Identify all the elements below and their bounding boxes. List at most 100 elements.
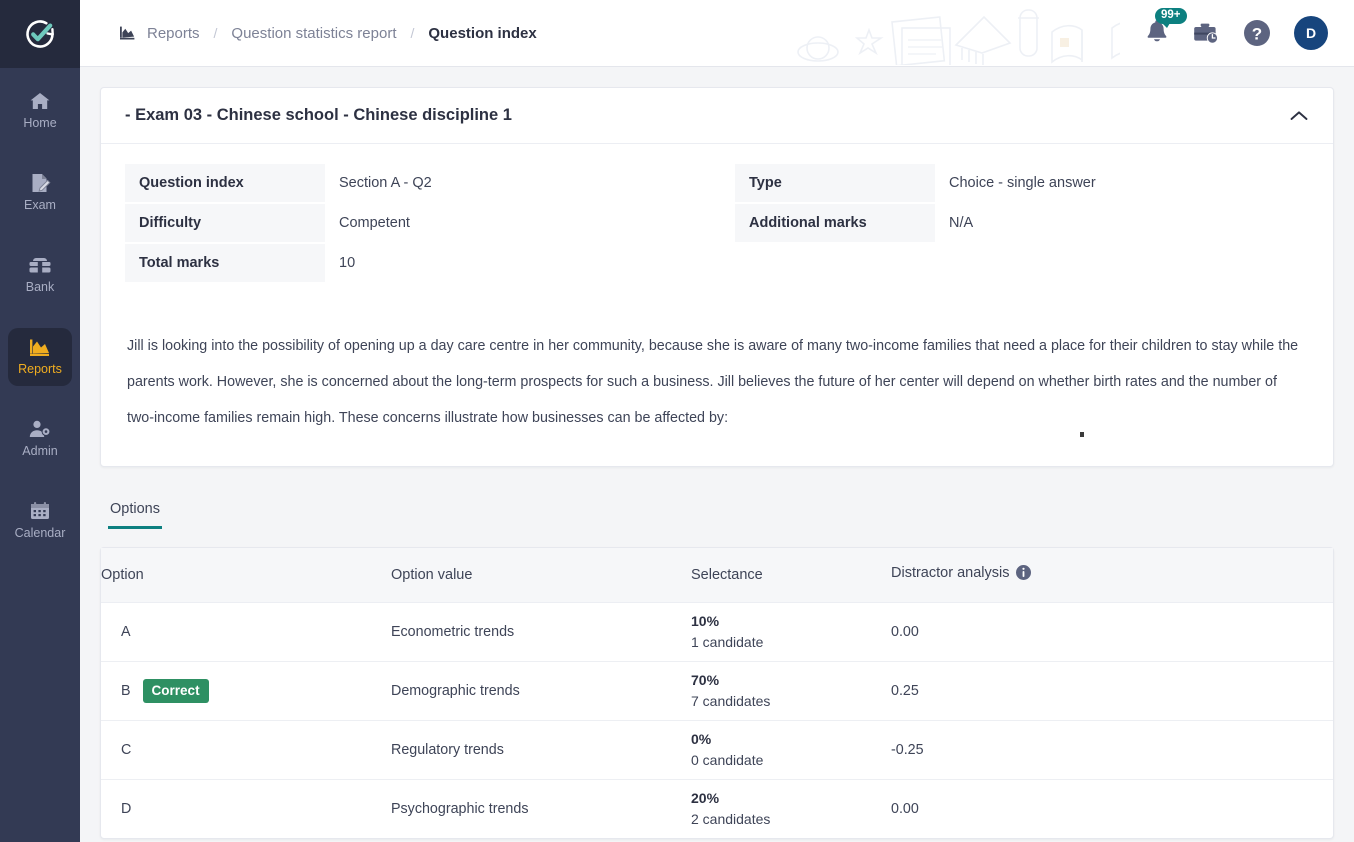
question-meta-grid: Question index Section A - Q2 Difficulty… [101,144,1333,292]
selectance-percent: 70% [691,671,720,688]
option-letter-wrap: B Correct [121,678,391,703]
sidebar-nav: Home Exam Bank Reports Admin Calendar [0,68,80,574]
selectance-count: 2 candidates [691,810,771,827]
tasks-button[interactable] [1192,21,1220,45]
app-root: Home Exam Bank Reports Admin Calendar Re… [0,0,1354,842]
info-icon[interactable] [1016,565,1032,584]
tab-options[interactable]: Options [108,501,162,529]
admin-user-gear-icon [28,419,52,439]
meta-value: N/A [949,215,974,231]
selectance-percent: 20% [691,789,720,806]
cell-option-value: Econometric trends [391,602,691,662]
question-stem-text: Jill is looking into the possibility of … [127,338,1299,426]
cell-distractor-analysis: 0.00 [891,800,919,817]
selectance-count: 1 candidate [691,633,764,650]
home-icon [29,91,51,111]
option-letter-wrap: C [121,742,391,758]
sidebar-item-home[interactable]: Home [8,82,72,140]
cell-selectance: 0% 0 candidate [691,720,891,780]
meta-row: Type Choice - single answer [735,164,1309,202]
option-letter: D [121,800,132,817]
sidebar-item-bank[interactable]: Bank [8,246,72,304]
meta-key: Type [735,164,935,202]
selectance-percent: 0% [691,730,712,747]
options-table: Option Option value Selectance Distracto… [101,548,1333,838]
option-letter-wrap: D [121,801,391,817]
topbar-actions: 99+ ? D [1144,8,1354,50]
meta-row: Additional marks N/A [735,204,1309,242]
column-header-selectance: Selectance [691,548,891,603]
options-table-body: A Econometric trends 10% 1 candidate 0.0… [101,602,1333,838]
cell-option-value: Psychographic trends [391,800,529,817]
calendar-icon [29,501,51,521]
cell-option-value: Regulatory trends [391,720,691,780]
option-letter: A [121,623,131,640]
page-title: - Exam 03 - Chinese school - Chinese dis… [125,106,512,124]
sidebar-item-admin[interactable]: Admin [8,410,72,468]
reports-icon [28,337,52,357]
table-row: D Psychographic trends 20% 2 candidates … [101,779,1333,838]
breadcrumb-item-reports[interactable]: Reports [147,25,200,42]
breadcrumb-item-question-statistics-report[interactable]: Question statistics report [231,25,396,42]
sidebar-item-reports[interactable]: Reports [8,328,72,386]
meta-key: Additional marks [735,204,935,242]
sidebar-item-label: Calendar [14,526,66,540]
bank-icon [28,255,52,275]
notifications-badge: 99+ [1155,8,1187,28]
exam-icon [29,173,51,193]
table-row: A Econometric trends 10% 1 candidate 0.0… [101,602,1333,662]
breadcrumb-separator: / [410,25,415,41]
meta-key: Question index [125,164,325,202]
check-circle-refresh-logo-icon [26,20,54,48]
options-table-head: Option Option value Selectance Distracto… [101,548,1333,603]
option-letter: C [121,741,132,758]
table-header-row: Option Option value Selectance Distracto… [101,548,1333,603]
column-header-distractor-label: Distractor analysis [891,565,1010,582]
sidebar-item-label: Admin [22,444,58,458]
cell-option: C [101,720,391,780]
cell-option: A [101,602,391,662]
cell-distractor-analysis: 0.00 [891,602,1333,662]
sidebar-item-calendar[interactable]: Calendar [8,492,72,550]
cell-selectance: 70% 7 candidates [691,661,891,721]
meta-row: Total marks 10 [125,244,717,282]
meta-key: Total marks [125,244,325,282]
meta-value: Choice - single answer [949,175,1096,191]
sidebar-item-exam[interactable]: Exam [8,164,72,222]
user-avatar[interactable]: D [1294,16,1328,50]
sidebar-item-label: Exam [24,198,56,212]
help-question-icon: ? [1244,20,1270,46]
app-logo[interactable] [0,0,80,68]
meta-value: Section A - Q2 [339,175,432,191]
cell-distractor-analysis: -0.25 [891,720,1333,780]
options-table-card: Option Option value Selectance Distracto… [100,547,1334,839]
question-meta-left: Question index Section A - Q2 Difficulty… [125,164,717,284]
question-detail-card: - Exam 03 - Chinese school - Chinese dis… [100,87,1334,467]
option-letter-wrap: A [121,624,391,640]
column-header-distractor-analysis: Distractor analysis [891,548,1333,603]
column-header-option-value: Option value [391,548,691,603]
cell-option: B Correct [101,661,391,721]
cell-option: D [101,779,391,838]
header-decorative-pattern [780,0,1120,65]
sidebar-item-label: Bank [25,280,55,294]
question-stem: Jill is looking into the possibility of … [101,292,1333,466]
svg-text:?: ? [1252,25,1262,44]
sidebar-item-label: Reports [18,362,62,376]
options-tabs: Options [108,501,1334,529]
meta-value: Competent [339,215,410,231]
meta-row: Question index Section A - Q2 [125,164,717,202]
selectance-count: 0 candidate [691,751,764,768]
cell-distractor-analysis: 0.25 [891,661,1333,721]
main-area: Reports / Question statistics report / Q… [80,0,1354,842]
option-letter: B [121,682,131,699]
notifications-button[interactable]: 99+ [1144,8,1187,47]
breadcrumb-separator: / [213,25,218,41]
chevron-up-icon[interactable] [1289,109,1309,123]
column-header-option: Option [101,548,391,603]
content-area: - Exam 03 - Chinese school - Chinese dis… [80,67,1354,842]
question-meta-right: Type Choice - single answer Additional m… [717,164,1309,284]
selectance-percent: 10% [691,612,720,629]
meta-key: Difficulty [125,204,325,242]
help-button[interactable]: ? [1242,18,1272,48]
